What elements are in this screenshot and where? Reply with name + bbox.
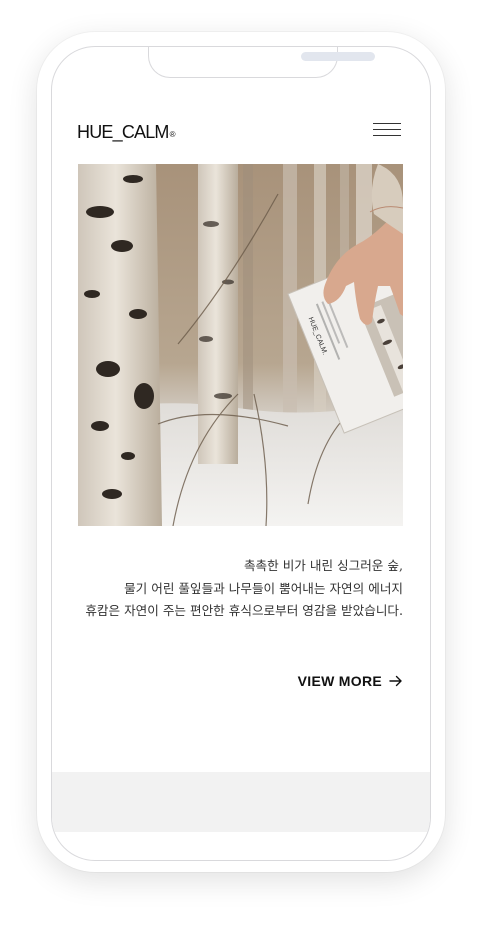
hamburger-menu-icon[interactable] <box>373 122 401 138</box>
description-line-3: 휴캄은 자연이 주는 편안한 휴식으로부터 영감을 받았습니다. <box>85 603 403 618</box>
arrow-right-icon <box>389 675 402 687</box>
footer-section <box>52 772 430 832</box>
description-line-2: 물기 어린 풀잎들과 나무들이 뿜어내는 자연의 에너지 <box>124 580 403 596</box>
registered-mark: ® <box>169 130 176 139</box>
view-more-label: VIEW MORE <box>297 673 382 689</box>
speaker-grille <box>301 52 375 61</box>
brand-logo-text: HUE_CALM <box>77 122 169 142</box>
brand-description: 촉촉한 비가 내린 싱그러운 숲, 물기 어린 풀잎들과 나무들이 뿜어내는 자… <box>72 555 403 623</box>
hero-image: HUE_CALM. <box>78 164 403 526</box>
phone-frame: HUE_CALM® HUE_CALM. 촉촉한 비가 내린 싱그러운 숲, 물기… <box>37 32 445 872</box>
phone-notch <box>148 47 375 78</box>
description-line-1: 촉촉한 비가 내린 싱그러운 숲, <box>243 558 403 573</box>
phone-screen: HUE_CALM® HUE_CALM. 촉촉한 비가 내린 싱그러운 숲, 물기… <box>51 46 431 861</box>
view-more-link[interactable]: VIEW MORE <box>282 671 403 691</box>
brand-logo[interactable]: HUE_CALM® <box>77 122 176 143</box>
